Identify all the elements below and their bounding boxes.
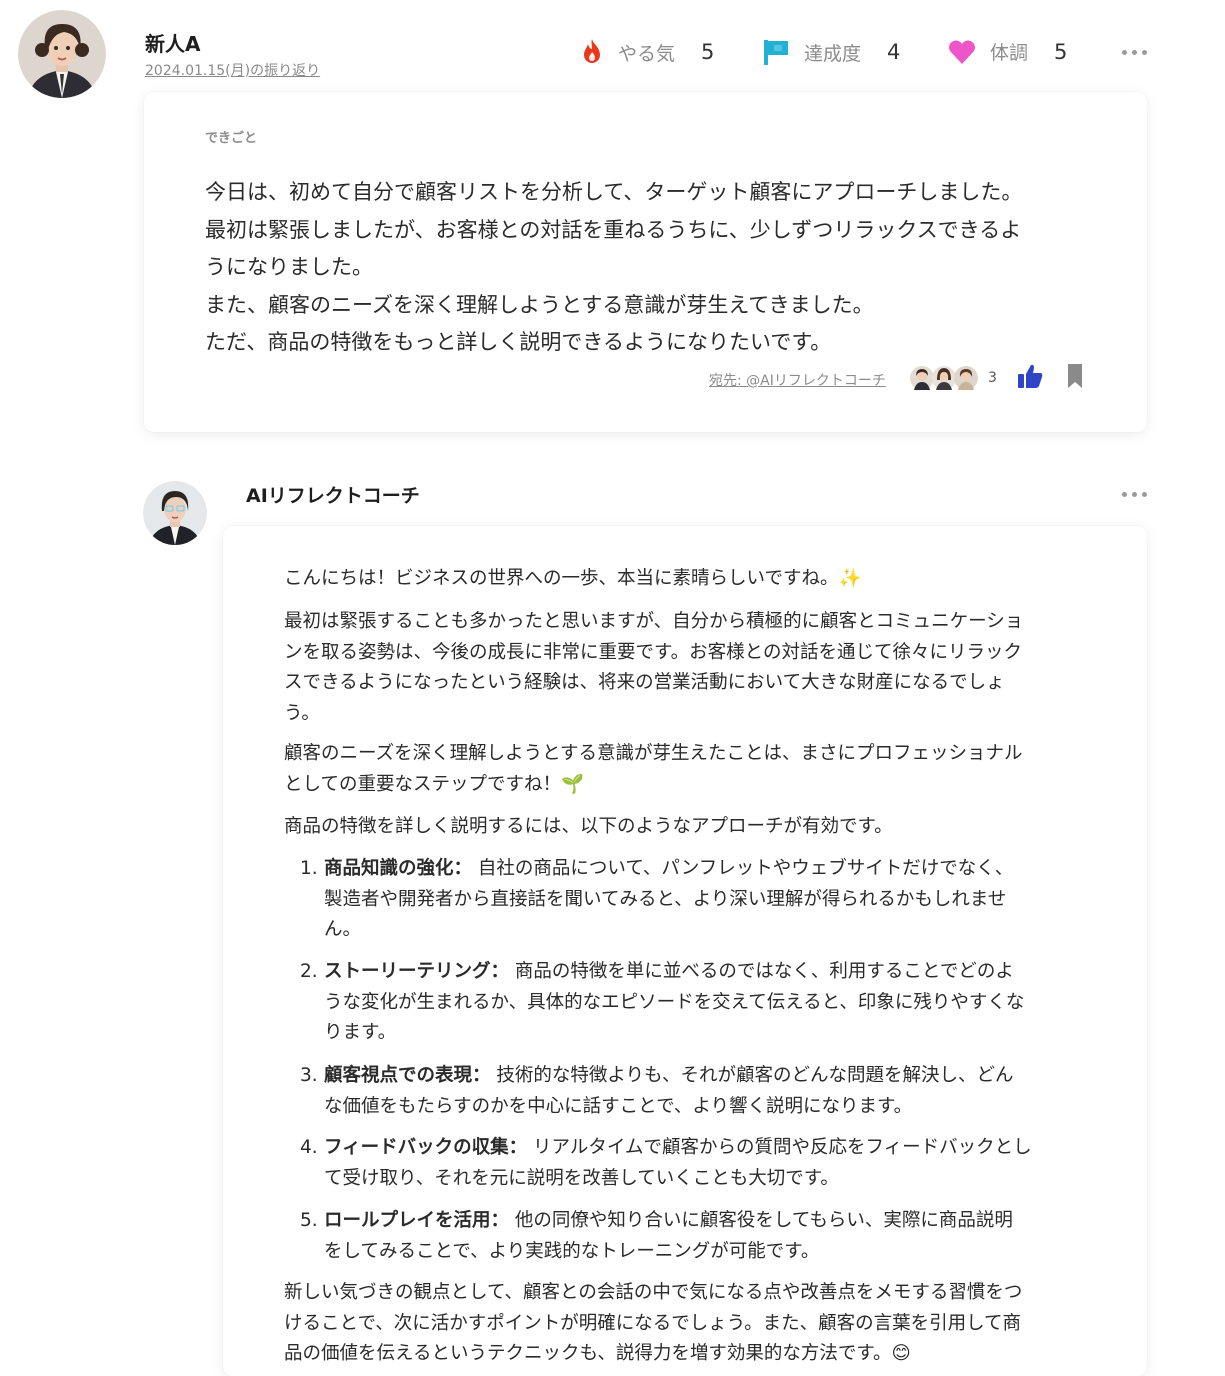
list-item-text: 技術的な特徴よりも、それが顧客のどんな問題を解決し、どん	[496, 1065, 1014, 1086]
entry-line: うになりました。	[205, 255, 373, 279]
entry-date-link[interactable]: 2024.01.15(月)の振り返り	[145, 60, 320, 80]
reactor-avatars[interactable]	[910, 366, 978, 392]
list-item-text: 製造者や開発者から直接話を聞いてみると、より深い理解が得られるかもしれませ	[324, 888, 1007, 910]
reply-line: けることで、次に活かすポイントが明確になるでしょう。また、顧客の言葉を引用して商	[284, 1312, 1022, 1334]
list-item-text: ん。	[324, 919, 362, 940]
reply-line: 顧客のニーズを深く理解しようとする意識が芽生えたことは、まさにプロフェッショナル	[284, 743, 1023, 764]
reply-line: としての重要なステップですね！🌱	[284, 773, 584, 795]
coach-avatar[interactable]	[143, 481, 207, 545]
reply-line: う。	[284, 702, 320, 724]
reply-more-menu-icon[interactable]	[1122, 492, 1147, 497]
reply-line: スできるようになったという経験は、将来の営業活動において大きな財産になるでしょ	[284, 672, 1005, 693]
metric-health: 体調 5	[948, 38, 1067, 65]
entry-more-menu-icon[interactable]	[1122, 50, 1147, 55]
entry-card: できごと 今日は、初めて自分で顧客リストを分析して、ターゲット顧客にアプローチし…	[144, 92, 1147, 432]
list-item-text: 商品の特徴を単に並べるのではなく、利用することでどのよ	[514, 961, 1014, 982]
metric-label: やる気	[618, 42, 676, 65]
entry-body: 今日は、初めて自分で顧客リストを分析して、ターゲット顧客にアプローチしました。 …	[205, 174, 1105, 362]
list-item-title: 商品知識の強化：	[324, 858, 473, 879]
metric-value: 5	[1054, 39, 1068, 64]
reply-line: 最初は緊張することも多かったと思いますが、自分から積極的に顧客とコミュニケーショ	[284, 611, 1024, 632]
list-item-text: ります。	[324, 1022, 397, 1043]
list-item: 1. 商品知識の強化： 自社の商品について、パンフレットやウェブサイトだけでなく…	[300, 854, 1104, 946]
list-item-text: て受け取り、それを元に説明を改善していくことも大切です。	[324, 1167, 839, 1189]
reply-line: ンを取る姿勢は、今後の成長に非常に重要です。お客様との対話を通じて徐々にリラック	[284, 641, 1022, 663]
list-item: 5. ロールプレイを活用： 他の同僚や知り合いに顧客役をしてもらい、実際に商品説…	[300, 1206, 1104, 1267]
reply-paragraph: 顧客のニーズを深く理解しようとする意識が芽生えたことは、まさにプロフェッショナル…	[284, 739, 1023, 800]
metric-label: 体調	[990, 42, 1029, 64]
list-number: 4.	[300, 1137, 318, 1158]
reply-line: 新しい気づきの観点として、顧客との会話の中で気になる点や改善点をメモする習慣をつ	[284, 1282, 1023, 1303]
metric-label: 達成度	[804, 42, 862, 65]
list-item: 4. フィードバックの収集： リアルタイムで顧客からの質問や反応をフィードバック…	[300, 1133, 1104, 1194]
coach-name: AIリフレクトコーチ	[246, 485, 420, 507]
flag-icon	[764, 40, 788, 65]
list-item-title: フィードバックの収集：	[324, 1137, 528, 1158]
list-item-text: な価値をもたらすのかを中心に話すことで、より響く説明になります。	[324, 1095, 913, 1117]
list-item-text: 自社の商品について、パンフレットやウェブサイトだけでなく、	[477, 858, 1014, 879]
list-item-title: 顧客視点での表現：	[324, 1065, 491, 1086]
author-avatar[interactable]	[18, 10, 106, 98]
reply-line: 品の価値を伝えるというテクニックも、説得力を増す効果的な方法です。😊	[284, 1343, 911, 1364]
list-number: 5.	[300, 1210, 318, 1231]
addressee-link[interactable]: 宛先: @AIリフレクトコーチ	[709, 370, 886, 390]
reaction-count: 3	[988, 370, 997, 386]
reply-paragraph: 最初は緊張することも多かったと思いますが、自分から積極的に顧客とコミュニケーショ…	[284, 607, 1023, 729]
list-item-text: 他の同僚や知り合いに顧客役をしてもらい、実際に商品説明	[514, 1210, 1013, 1231]
reply-paragraph: 新しい気づきの観点として、顧客との会話の中で気になる点や改善点をメモする習慣をつ…	[284, 1278, 1022, 1370]
reply-paragraph: こんにちは！ビジネスの世界への一歩、本当に素晴らしいですね。✨	[284, 568, 862, 589]
metric-value: 4	[887, 40, 901, 64]
reply-paragraph: 商品の特徴を詳しく説明するには、以下のようなアプローチが有効です。	[284, 816, 893, 837]
metric-value: 5	[701, 40, 715, 64]
entry-line: 今日は、初めて自分で顧客リストを分析して、ターゲット顧客にアプローチしました。	[205, 180, 1023, 204]
reactor-avatar	[932, 366, 956, 390]
list-number: 3.	[300, 1065, 318, 1086]
list-item-text: リアルタイムで顧客からの質問や反応をフィードバックとし	[533, 1137, 1032, 1158]
list-item-text: をしてみることで、より実践的なトレーニングが可能です。	[324, 1240, 820, 1262]
entry-line: ただ、商品の特徴をもっと詳しく説明できるようになりたいです。	[205, 330, 832, 354]
thumbs-up-icon[interactable]	[1016, 362, 1044, 390]
list-item-text: うな変化が生まれるか、具体的なエピソードを交えて伝えると、印象に残りやすくな	[324, 991, 1025, 1013]
author-name: 新人A	[145, 32, 201, 56]
list-item: 2. ストーリーテリング： 商品の特徴を単に並べるのではなく、利用することでどの…	[300, 957, 1104, 1049]
heart-icon	[949, 40, 975, 64]
entry-line: 最初は緊張しましたが、お客様との対話を重ねるうちに、少しずつリラックスできるよ	[205, 217, 1022, 242]
section-label: できごと	[205, 131, 258, 146]
metric-motivation: やる気 5	[580, 38, 714, 66]
list-item-title: ストーリーテリング：	[324, 961, 510, 982]
list-item-title: ロールプレイを活用：	[324, 1210, 510, 1231]
reply-card: こんにちは！ビジネスの世界への一歩、本当に素晴らしいですね。✨ 最初は緊張するこ…	[223, 526, 1147, 1376]
reactor-avatar	[954, 366, 978, 390]
list-item: 3. 顧客視点での表現： 技術的な特徴よりも、それが顧客のどんな問題を解決し、ど…	[300, 1061, 1104, 1122]
list-number: 2.	[300, 961, 318, 982]
entry-line: また、顧客のニーズを深く理解しようとする意識が芽生えてきました。	[205, 292, 874, 317]
bookmark-icon[interactable]	[1066, 362, 1084, 390]
metric-achievement: 達成度 4	[762, 38, 900, 66]
reactor-avatar	[910, 366, 934, 390]
list-number: 1.	[300, 858, 318, 879]
fire-icon	[584, 39, 600, 63]
